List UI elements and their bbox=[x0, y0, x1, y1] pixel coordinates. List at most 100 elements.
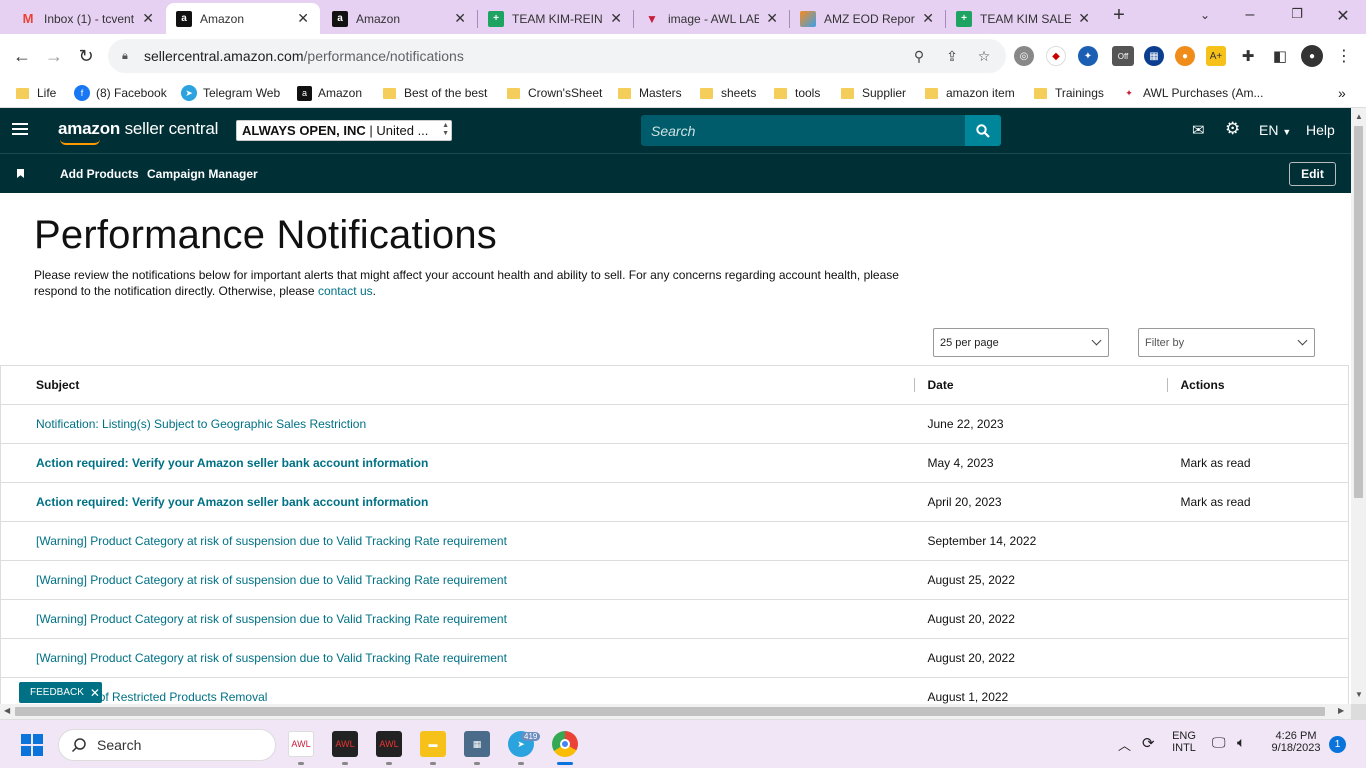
scrollbar-thumb[interactable] bbox=[1354, 126, 1363, 498]
forward-arrow-icon[interactable]: → bbox=[41, 43, 67, 69]
volume-speaker-icon[interactable]: 🔈︎ bbox=[1237, 734, 1245, 751]
account-switcher[interactable]: ALWAYS OPEN, INC | United ... ▲ ▼ bbox=[236, 120, 452, 141]
bookmark-amazon-item[interactable]: amazon item bbox=[925, 83, 1015, 103]
scroll-up-arrow-icon[interactable]: ▲ bbox=[1355, 112, 1363, 121]
close-icon[interactable]: ✕ bbox=[921, 10, 935, 27]
nav-add-products[interactable]: Add Products bbox=[60, 167, 139, 181]
bookmark-amazon[interactable]: a Amazon bbox=[297, 83, 362, 103]
bookmark-masters[interactable]: Masters bbox=[618, 83, 682, 103]
close-icon[interactable]: ✕ bbox=[453, 10, 467, 27]
taskbar-search-box[interactable]: Search bbox=[58, 729, 276, 761]
bookmark-crowns-sheet[interactable]: Crown'sSheet bbox=[507, 83, 602, 103]
close-icon[interactable]: ✕ bbox=[1077, 10, 1091, 27]
search-button[interactable] bbox=[965, 115, 1001, 146]
tray-chevron-up-icon[interactable]: ︿ bbox=[1118, 735, 1131, 754]
share-icon[interactable]: ⇪ bbox=[943, 48, 961, 65]
reload-icon[interactable]: ↻ bbox=[73, 43, 99, 69]
extension-off-icon[interactable]: Off bbox=[1112, 46, 1134, 66]
tab-team-kim-sales[interactable]: + TEAM KIM SALES ✕ bbox=[946, 3, 1101, 34]
cell-actions[interactable]: Mark as read bbox=[1166, 482, 1349, 522]
notification-subject-link[interactable]: Notification: Listing(s) Subject to Geog… bbox=[36, 417, 366, 431]
scroll-left-arrow-icon[interactable]: ◀ bbox=[4, 706, 10, 715]
close-icon[interactable]: ✕ bbox=[296, 10, 310, 27]
bookmark-awl-purchases[interactable]: ✦ AWL Purchases (Am... bbox=[1121, 83, 1263, 103]
global-search-input[interactable]: Search bbox=[641, 115, 965, 146]
feedback-button[interactable]: FEEDBACK ✕ bbox=[19, 682, 102, 703]
restore-icon[interactable]: ❐ bbox=[1285, 6, 1309, 28]
bookmark-icon[interactable] bbox=[17, 169, 24, 178]
horizontal-scrollbar[interactable]: ◀ ▶ bbox=[0, 704, 1351, 719]
column-header-subject[interactable]: Subject bbox=[0, 365, 914, 405]
app-awl-2-icon[interactable]: AWL bbox=[332, 731, 358, 757]
bookmark-tools[interactable]: tools bbox=[774, 83, 820, 103]
extensions-puzzle-icon[interactable]: ✚ bbox=[1238, 46, 1258, 66]
language-selector[interactable]: EN ▼ bbox=[1259, 122, 1291, 138]
close-icon[interactable]: ✕ bbox=[609, 10, 623, 27]
extension-ring-icon[interactable]: ◎ bbox=[1014, 46, 1034, 66]
bookmark-supplier[interactable]: Supplier bbox=[841, 83, 906, 103]
notification-subject-link[interactable]: [Warning] Product Category at risk of su… bbox=[36, 612, 507, 626]
bookmark-sheets[interactable]: sheets bbox=[700, 83, 756, 103]
chrome-icon[interactable] bbox=[552, 731, 578, 757]
tab-team-kim-reine[interactable]: + TEAM KIM-REINE ✕ bbox=[478, 3, 633, 34]
gear-icon[interactable]: ⚙ bbox=[1225, 119, 1240, 139]
language-indicator[interactable]: ENG INTL bbox=[1168, 730, 1200, 754]
windows-start-icon[interactable] bbox=[21, 734, 43, 756]
seller-central-logo[interactable]: amazon seller central bbox=[58, 119, 218, 139]
sync-icon[interactable]: ⟳ bbox=[1142, 734, 1155, 752]
app-awl-3-icon[interactable]: AWL bbox=[376, 731, 402, 757]
vertical-scrollbar[interactable]: ▲ ▼ bbox=[1351, 108, 1366, 704]
help-link[interactable]: Help bbox=[1306, 122, 1335, 138]
calculator-icon[interactable]: ▦ bbox=[464, 731, 490, 757]
scroll-down-arrow-icon[interactable]: ▼ bbox=[1355, 690, 1363, 699]
menu-kebab-icon[interactable]: ⋮ bbox=[1334, 46, 1354, 66]
notification-subject-link[interactable]: [Warning] Product Category at risk of su… bbox=[36, 534, 507, 548]
minimize-icon[interactable]: – bbox=[1238, 6, 1262, 28]
close-icon[interactable]: ✕ bbox=[765, 10, 779, 27]
zoom-icon[interactable]: ⚲ bbox=[910, 48, 928, 65]
bookmark-trainings[interactable]: Trainings bbox=[1034, 83, 1104, 103]
file-explorer-folder-icon[interactable]: ▬ bbox=[420, 731, 446, 757]
tab-gmail[interactable]: M Inbox (1) - tcvent ✕ bbox=[10, 3, 165, 34]
extension-compass-icon[interactable]: ✦ bbox=[1078, 46, 1098, 66]
window-close-icon[interactable]: ✕ bbox=[1331, 6, 1355, 28]
bookmark-telegram[interactable]: ➤ Telegram Web bbox=[181, 83, 280, 103]
bookmark-star-icon[interactable]: ☆ bbox=[975, 48, 993, 65]
scrollbar-thumb[interactable] bbox=[15, 707, 1325, 716]
tab-amazon-active[interactable]: a Amazon ✕ bbox=[166, 3, 320, 34]
new-tab-plus-icon[interactable]: + bbox=[1107, 4, 1131, 26]
column-header-date[interactable]: Date bbox=[913, 365, 1167, 405]
close-icon[interactable]: ✕ bbox=[90, 686, 100, 700]
cell-actions[interactable]: Mark as read bbox=[1166, 443, 1349, 483]
notification-subject-link[interactable]: Action required: Verify your Amazon sell… bbox=[36, 495, 428, 509]
tab-amz-eod-report[interactable]: AMZ EOD Report ✕ bbox=[790, 3, 945, 34]
filter-select[interactable]: Filter by bbox=[1138, 328, 1315, 357]
tab-search-chevron-down-icon[interactable]: ⌄ bbox=[1193, 8, 1217, 30]
hamburger-menu-icon[interactable] bbox=[12, 123, 28, 135]
contact-us-link[interactable]: contact us bbox=[318, 284, 373, 298]
tab-amazon[interactable]: a Amazon ✕ bbox=[322, 3, 477, 34]
side-panel-icon[interactable]: ◧ bbox=[1270, 46, 1290, 66]
notification-subject-link[interactable]: Action required: Verify your Amazon sell… bbox=[36, 456, 428, 470]
nav-campaign-manager[interactable]: Campaign Manager bbox=[147, 167, 258, 181]
per-page-select[interactable]: 25 per page bbox=[933, 328, 1109, 357]
clock[interactable]: 4:26 PM 9/18/2023 bbox=[1264, 730, 1328, 754]
extension-grade-icon[interactable]: A+ bbox=[1206, 46, 1226, 66]
bookmarks-overflow-chevron-icon[interactable]: » bbox=[1338, 83, 1346, 103]
bookmark-life[interactable]: Life bbox=[16, 83, 56, 103]
network-monitor-icon[interactable]: 🖵︎ bbox=[1212, 734, 1226, 751]
notifications-badge[interactable]: 1 bbox=[1329, 736, 1346, 753]
back-arrow-icon[interactable]: ← bbox=[9, 43, 35, 69]
notification-subject-link[interactable]: [Warning] Product Category at risk of su… bbox=[36, 573, 507, 587]
mail-envelope-icon[interactable]: ✉ bbox=[1192, 121, 1205, 139]
app-awl-1-icon[interactable]: AWL bbox=[288, 731, 314, 757]
extension-logo-icon[interactable]: ◆ bbox=[1046, 46, 1066, 66]
notification-subject-link[interactable]: [Warning] Product Category at risk of su… bbox=[36, 651, 507, 665]
tab-awl-lab[interactable]: ▼ image - AWL LAB ✕ bbox=[634, 3, 789, 34]
extension-circle-icon[interactable]: ● bbox=[1175, 46, 1195, 66]
address-bar[interactable]: 🔒︎ sellercentral.amazon.com/performance/… bbox=[108, 39, 1006, 73]
bookmark-best-of-the-best[interactable]: Best of the best bbox=[383, 83, 487, 103]
extension-chart-icon[interactable]: ▦ bbox=[1144, 46, 1164, 66]
profile-avatar[interactable]: ● bbox=[1301, 45, 1323, 67]
close-icon[interactable]: ✕ bbox=[141, 10, 155, 27]
